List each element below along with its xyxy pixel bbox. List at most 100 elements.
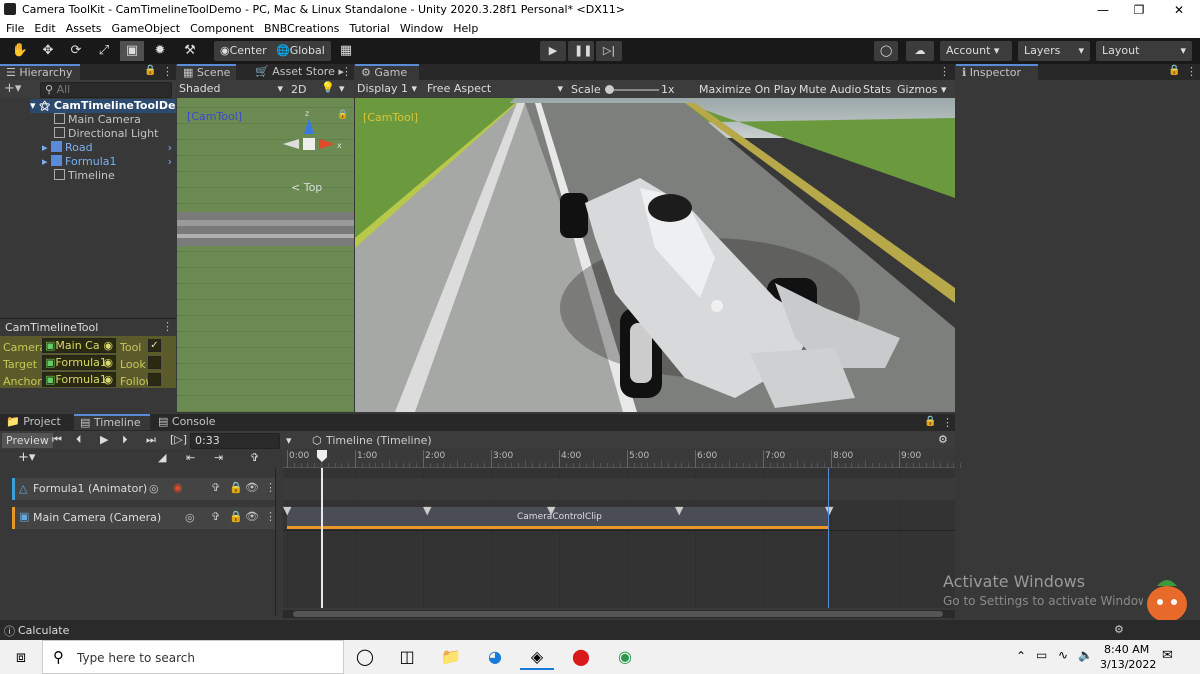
pin-icon[interactable]: ✞ bbox=[211, 481, 220, 494]
ease-icon[interactable]: ⇤ bbox=[186, 451, 195, 464]
next-frame-icon[interactable]: ⏵ bbox=[122, 433, 128, 447]
lock-icon[interactable]: 🔒 bbox=[1168, 65, 1180, 76]
account-dropdown[interactable]: Account ▾ bbox=[940, 41, 1012, 61]
chrome-icon[interactable]: ◉ bbox=[608, 644, 642, 670]
timeline-settings-icon[interactable]: ⚙ bbox=[938, 433, 948, 446]
track-lock-icon[interactable]: 🔒 bbox=[229, 510, 243, 523]
hierarchy-item-directional-light[interactable]: Directional Light bbox=[54, 127, 158, 141]
track-area[interactable]: CameraControlClip ▼ ▼ ▼ ▼ ▼ bbox=[283, 468, 955, 608]
task-view-icon[interactable]: ◫ bbox=[390, 644, 424, 670]
unity-taskbar-icon[interactable]: ◈ bbox=[520, 644, 554, 670]
track-header-animator[interactable]: △ Formula1 (Animator) ◎ ◉ ✞ 🔒 👁 ⋮ bbox=[12, 478, 276, 500]
panel-menu-icon[interactable]: ⋮ bbox=[162, 65, 173, 78]
prev-frame-icon[interactable]: ⏴ bbox=[76, 433, 82, 447]
playhead-line[interactable] bbox=[321, 468, 323, 608]
hand-tool-icon[interactable]: ✋ bbox=[8, 41, 32, 61]
scale-slider[interactable] bbox=[607, 89, 659, 91]
goto-end-icon[interactable]: ⏭ bbox=[146, 433, 156, 447]
hierarchy-scene-root[interactable]: ▾ ⚝ CamTimelineToolDe bbox=[30, 99, 176, 113]
play-button[interactable]: ▶ bbox=[540, 41, 566, 61]
gizmo-lock-icon[interactable]: 🔒 bbox=[337, 110, 348, 120]
cortana-icon[interactable]: ◯ bbox=[348, 644, 382, 670]
ripple-icon[interactable]: ◢ bbox=[158, 451, 166, 464]
move-tool-icon[interactable]: ✥ bbox=[36, 41, 60, 61]
menu-item-component[interactable]: Component bbox=[184, 20, 258, 35]
camtool-checkbox-look[interactable] bbox=[148, 356, 161, 369]
camtool-field-target[interactable]: ▣Formula1 ◉ bbox=[42, 355, 116, 370]
pause-button[interactable]: ❚❚ bbox=[568, 41, 594, 61]
track-options-icon[interactable]: ◎ bbox=[185, 511, 195, 524]
tab-game[interactable]: ⚙ Game bbox=[355, 64, 419, 80]
menu-item-tutorial[interactable]: Tutorial bbox=[343, 20, 393, 35]
playhead-handle[interactable] bbox=[317, 450, 327, 462]
clock-date[interactable]: 3/13/2022 bbox=[1100, 658, 1156, 671]
panel-menu-icon[interactable]: ⋮ bbox=[162, 320, 173, 333]
camtool-checkbox-follow[interactable] bbox=[148, 373, 161, 386]
camtool-field-anchor[interactable]: ▣Formula1 ◉ bbox=[42, 372, 116, 387]
play-timeline-icon[interactable]: ▶ bbox=[100, 433, 108, 446]
lock-icon[interactable]: 🔒 bbox=[924, 416, 936, 427]
timeline-scrollbar[interactable] bbox=[283, 610, 955, 618]
aspect-dropdown[interactable]: Free Aspect ▾ bbox=[427, 82, 563, 95]
scene-more-icon[interactable]: ▾ bbox=[339, 82, 345, 95]
loop-icon[interactable]: [▷] bbox=[170, 433, 187, 446]
record-icon[interactable]: ◉ bbox=[173, 481, 183, 494]
step-button[interactable]: ▷| bbox=[596, 41, 622, 61]
recorder-icon[interactable]: ⬤ bbox=[564, 644, 598, 670]
stats-toggle[interactable]: Stats bbox=[863, 83, 891, 96]
maximize-on-play-toggle[interactable]: Maximize On Play bbox=[699, 83, 797, 96]
track-visibility-icon[interactable]: 👁 bbox=[245, 510, 259, 523]
panel-menu-icon[interactable]: ⋮ bbox=[942, 416, 953, 429]
debug-icon[interactable]: ⚙ bbox=[1114, 623, 1124, 636]
marker-pin-icon[interactable]: ✞ bbox=[250, 451, 259, 464]
camera-control-clip[interactable]: CameraControlClip bbox=[287, 507, 829, 529]
custom-tool-icon[interactable]: ⚒ bbox=[178, 41, 202, 61]
menu-item-file[interactable]: File bbox=[0, 20, 28, 35]
display-dropdown[interactable]: Display 1 ▾ bbox=[357, 82, 421, 95]
goto-start-icon[interactable]: ⏮ bbox=[52, 433, 62, 447]
tab-asset-store[interactable]: 🛒 Asset Store ▸ bbox=[249, 64, 350, 80]
track-menu-icon[interactable]: ⋮ bbox=[265, 510, 276, 523]
object-picker-icon[interactable]: ◉ bbox=[103, 356, 113, 369]
menu-item-bnbcreations[interactable]: BNBCreations bbox=[258, 20, 343, 35]
time-ruler[interactable]: 0:00 1:00 2:00 3:00 4:00 5:00 6:00 7:00 8:00 9:00 bbox=[283, 450, 962, 468]
menu-item-assets[interactable]: Assets bbox=[60, 20, 106, 35]
track-visibility-icon[interactable]: 👁 bbox=[245, 481, 259, 494]
hierarchy-item-timeline[interactable]: Timeline bbox=[54, 169, 115, 183]
mix-icon[interactable]: ⇥ bbox=[214, 451, 223, 464]
scale-slider-handle[interactable] bbox=[605, 85, 614, 94]
keyframe-marker-icon[interactable]: ▼ bbox=[675, 504, 683, 517]
hierarchy-item-road[interactable]: ▸ Road › bbox=[42, 141, 176, 155]
rotate-tool-icon[interactable]: ⟳ bbox=[64, 41, 88, 61]
layers-dropdown[interactable]: Layers ▾ bbox=[1018, 41, 1090, 61]
hierarchy-item-main-camera[interactable]: Main Camera bbox=[54, 113, 141, 127]
grid-snap-icon[interactable]: ▦ bbox=[334, 41, 358, 61]
collab-icon[interactable]: ◯ bbox=[874, 41, 898, 61]
edge-icon[interactable]: ◕ bbox=[478, 644, 512, 670]
timeline-time-field[interactable]: 0:33 bbox=[190, 433, 280, 449]
lock-icon[interactable]: 🔒 bbox=[144, 65, 156, 76]
close-icon[interactable]: ✕ bbox=[1156, 0, 1200, 20]
track-menu-icon[interactable]: ⋮ bbox=[265, 481, 276, 494]
track-options-icon[interactable]: ◎ bbox=[149, 482, 159, 495]
preview-button[interactable]: Preview bbox=[2, 433, 53, 448]
menu-item-gameobject[interactable]: GameObject bbox=[106, 20, 185, 35]
wifi-icon[interactable]: ∿ bbox=[1058, 648, 1068, 662]
tab-inspector[interactable]: ℹ Inspector bbox=[956, 64, 1038, 80]
object-picker-icon[interactable]: ◉ bbox=[103, 373, 113, 386]
keyframe-marker-icon[interactable]: ▼ bbox=[825, 504, 833, 517]
taskbar-search-input[interactable]: ⚲ Type here to search bbox=[42, 640, 344, 674]
panel-menu-icon[interactable]: ⋮ bbox=[1186, 65, 1197, 78]
pivot-global-button[interactable]: 🌐Global bbox=[270, 41, 331, 61]
shading-dropdown[interactable]: Shaded ▾ bbox=[179, 82, 283, 97]
battery-icon[interactable]: ▭ bbox=[1036, 648, 1047, 662]
gizmos-dropdown[interactable]: Gizmos ▾ bbox=[897, 83, 947, 96]
hierarchy-search-input[interactable]: ⚲ All bbox=[40, 82, 172, 98]
volume-icon[interactable]: 🔈 bbox=[1078, 648, 1093, 662]
windows-start-icon[interactable]: ⧈ bbox=[4, 644, 38, 670]
mute-audio-toggle[interactable]: Mute Audio bbox=[799, 83, 861, 96]
rect-tool-icon[interactable]: ▣ bbox=[120, 41, 144, 61]
lighting-toggle-icon[interactable]: 💡 bbox=[321, 81, 335, 94]
menu-item-edit[interactable]: Edit bbox=[28, 20, 59, 35]
panel-menu-icon[interactable]: ⋮ bbox=[939, 65, 950, 78]
